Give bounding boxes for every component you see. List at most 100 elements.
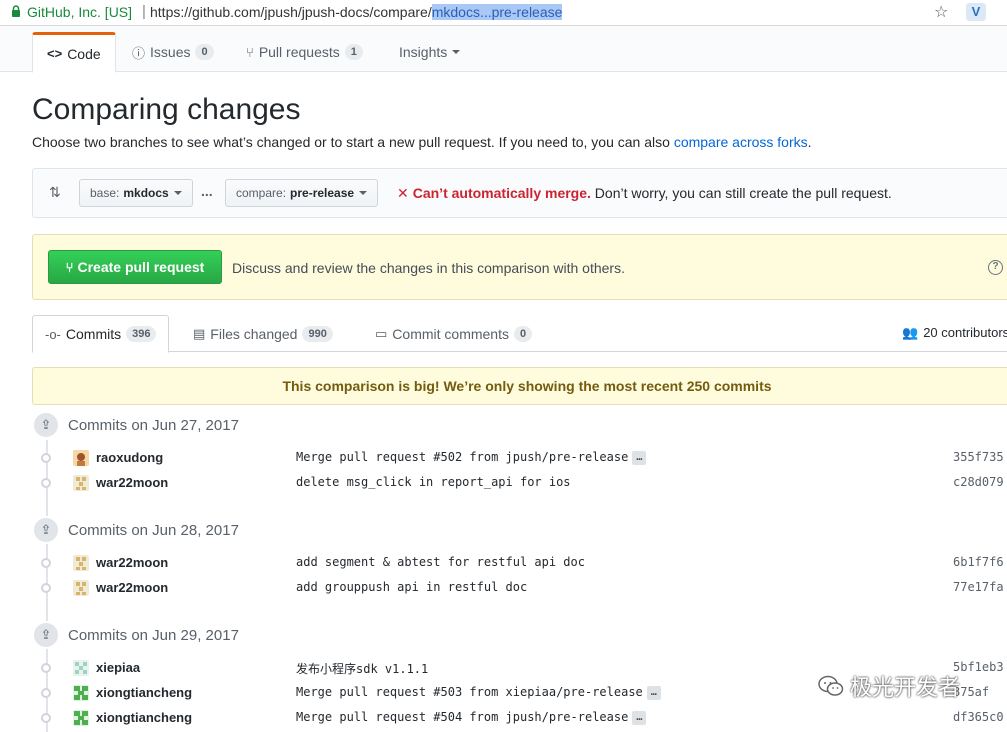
commit-dot-icon [41,663,51,673]
url-selected: mkdocs...pre-release [431,4,563,20]
commit-message-text: Merge pull request #502 from jpush/pre-r… [296,450,629,464]
commit-row: war22moon add segment & abtest for restf… [40,552,1007,574]
tab-commits-label: Commits [65,326,122,342]
commit-sha[interactable]: 355f735 [953,450,1004,464]
file-diff-icon: ▤ [193,325,206,341]
caret-down-icon [359,191,368,195]
tab-pull-requests-label: Pull requests [258,44,340,60]
commit-group-header: ⇪ Commits on Jun 29, 2017 [32,621,239,649]
commit-author[interactable]: raoxudong [96,450,163,465]
tab-insights-label: Insights [399,44,448,60]
comment-icon: ▭ [375,325,388,341]
compare-branch-name: pre-release [290,186,355,200]
commit-message[interactable]: 发布小程序sdk v1.1.1 [296,660,428,677]
commit-message-text: Merge pull request #503 from xiepiaa/pre… [296,685,643,699]
create-pr-description: Discuss and review the changes in this c… [232,260,625,276]
code-icon: <> [47,46,63,61]
browser-address-bar[interactable]: GitHub, Inc. [US] | https://github.com/j… [0,0,1007,26]
commit-sha[interactable]: df365c0 [953,710,1004,724]
commit-message-text: 发布小程序sdk v1.1.1 [296,662,429,676]
help-icon[interactable]: ? [988,260,1003,275]
commit-author[interactable]: xiepiaa [96,660,140,675]
range-dots: ... [201,183,213,199]
x-icon: ✕ [397,185,409,201]
repo-push-icon: ⇪ [32,411,60,439]
avatar[interactable] [73,475,89,491]
git-pull-request-icon: ⑂ [246,44,254,60]
tab-commits[interactable]: -o- Commits 396 [32,315,170,353]
base-branch-select[interactable]: base: mkdocs [79,179,193,207]
merge-status-note: Don’t worry, you can still create the pu… [594,185,892,201]
tab-insights[interactable]: Insights [399,32,461,72]
avatar[interactable] [73,660,89,676]
avatar[interactable] [73,580,89,596]
commit-sha[interactable]: 5bf1eb3 [953,660,1004,674]
extension-icon[interactable]: V [966,3,986,21]
commit-author[interactable]: xiongtiancheng [96,685,192,700]
commit-sha[interactable]: c28d079 [953,475,1004,489]
expand-message-button[interactable]: … [632,710,647,725]
create-pull-request-label: Create pull request [77,259,205,275]
commit-row: war22moon delete msg_click in report_api… [40,472,1007,494]
commit-message-text: delete msg_click in report_api for ios [296,475,571,489]
tab-pull-requests[interactable]: ⑂ Pull requests 1 [246,32,363,72]
subtitle-end: . [807,134,812,150]
avatar[interactable] [73,450,89,466]
tab-files-changed[interactable]: ▤ Files changed 990 [193,315,333,352]
commit-message[interactable]: Merge pull request #504 from jpush/pre-r… [296,710,647,725]
create-pr-box: ⑂ Create pull request Discuss and review… [32,234,1007,300]
base-prefix: base: [90,186,120,200]
commit-message[interactable]: Merge pull request #503 from xiepiaa/pre… [296,685,661,700]
contributors-link[interactable]: 👥 20 contributors [902,325,1007,341]
git-pull-request-icon: ⑂ [65,259,74,275]
lock-icon [12,5,20,17]
contributors-label: 20 contributors [923,325,1007,340]
tab-commit-comments[interactable]: ▭ Commit comments 0 [375,315,533,352]
avatar[interactable] [73,710,89,726]
tab-issues[interactable]: ⓘ Issues 0 [132,32,214,72]
compare-tabs: -o- Commits 396 ▤ Files changed 990 ▭ Co… [32,315,1007,353]
expand-message-button[interactable]: … [646,685,661,700]
url-text[interactable]: https://github.com/jpush/jpush-docs/comp… [150,4,563,20]
caret-down-icon [452,50,461,54]
commit-author[interactable]: war22moon [96,580,168,595]
commit-dot-icon [41,583,51,593]
tab-code[interactable]: <> Code [32,32,116,73]
base-branch-name: mkdocs [123,186,169,200]
commit-message[interactable]: add grouppush api in restful doc [296,580,527,594]
commit-row: war22moon add grouppush api in restful d… [40,577,1007,599]
git-compare-icon[interactable]: ⇅ [49,184,61,201]
avatar[interactable] [73,685,89,701]
commit-sha[interactable]: 6b1f7f6 [953,555,1004,569]
comments-counter: 0 [513,325,533,342]
caret-down-icon [173,191,182,195]
commit-message[interactable]: delete msg_click in report_api for ios [296,475,571,489]
commit-message[interactable]: add segment & abtest for restful api doc [296,555,585,569]
bookmark-star-icon[interactable]: ☆ [934,2,948,22]
repo-push-icon: ⇪ [32,621,60,649]
commit-message-text: Merge pull request #504 from jpush/pre-r… [296,710,629,724]
commit-sha[interactable]: 77e17fa [953,580,1004,594]
subtitle-text: Choose two branches to see what’s change… [32,134,670,150]
commit-message[interactable]: Merge pull request #502 from jpush/pre-r… [296,450,647,465]
watermark-label: 极光开发者 [850,675,961,700]
wechat-icon [818,675,844,696]
pulls-counter: 1 [344,44,363,60]
commit-dot-icon [41,713,51,723]
commit-dot-icon [41,453,51,463]
tab-issues-label: Issues [150,44,191,60]
commit-author[interactable]: war22moon [96,555,168,570]
avatar[interactable] [73,555,89,571]
create-pull-request-button[interactable]: ⑂ Create pull request [48,250,222,284]
commits-counter: 396 [126,326,157,342]
compare-branch-select[interactable]: compare: pre-release [225,179,379,207]
commit-author[interactable]: war22moon [96,475,168,490]
expand-message-button[interactable]: … [632,450,647,465]
big-comparison-flash: This comparison is big! We’re only showi… [32,367,1007,405]
commit-group-header: ⇪ Commits on Jun 27, 2017 [32,411,239,439]
commit-author[interactable]: xiongtiancheng [96,710,192,725]
commit-message-text: add grouppush api in restful doc [296,580,528,594]
compare-across-forks-link[interactable]: compare across forks [674,134,808,150]
issue-opened-icon: ⓘ [132,45,146,61]
secure-site-label: GitHub, Inc. [US] [27,4,133,20]
